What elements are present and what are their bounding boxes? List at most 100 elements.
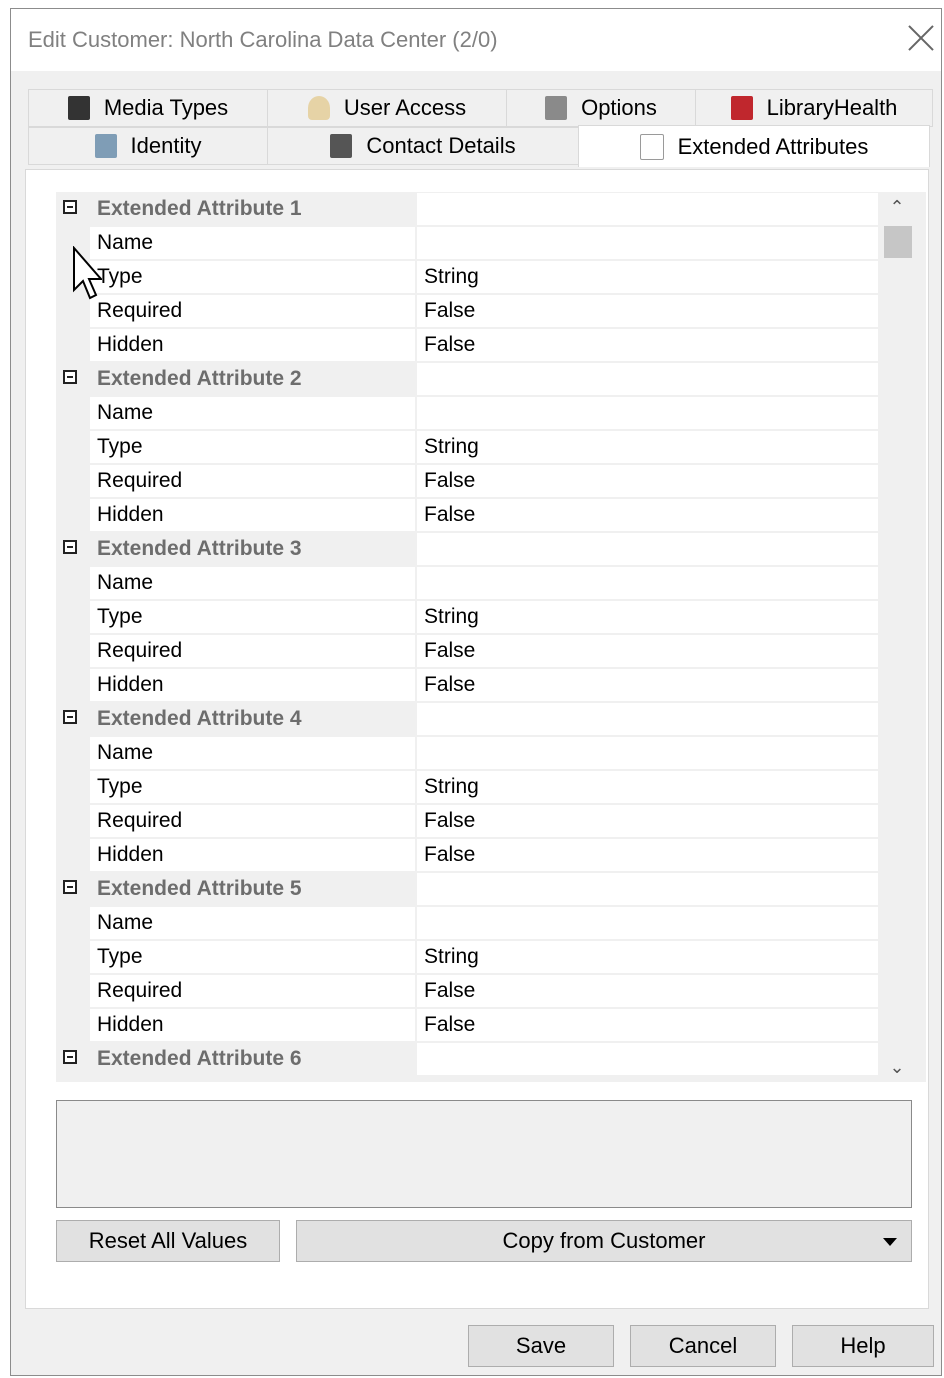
property-name: Name [90, 397, 415, 429]
property-value[interactable]: False [417, 839, 878, 871]
category-row[interactable]: Extended Attribute 5 [56, 872, 880, 906]
tab-media-types[interactable]: Media Types [28, 89, 268, 127]
tab-library-health[interactable]: LibraryHealth [695, 89, 933, 127]
property-value[interactable]: False [417, 635, 878, 667]
property-row[interactable]: Type String [56, 260, 880, 294]
contact-details-icon [330, 134, 353, 158]
tab-contact-details[interactable]: Contact Details [267, 127, 579, 165]
tab-identity[interactable]: Identity [28, 127, 268, 165]
property-value[interactable] [417, 227, 878, 259]
property-name: Hidden [90, 839, 415, 871]
save-button[interactable]: Save [468, 1325, 614, 1367]
category-label: Extended Attribute 6 [90, 1043, 415, 1075]
property-row[interactable]: Hidden False [56, 498, 880, 532]
window-title: Edit Customer: North Carolina Data Cente… [28, 27, 498, 52]
cancel-button[interactable]: Cancel [630, 1325, 776, 1367]
property-row[interactable]: Type String [56, 600, 880, 634]
close-icon[interactable] [907, 23, 937, 53]
row-gutter [56, 702, 90, 736]
scroll-up-icon[interactable]: ⌃ [880, 192, 914, 222]
identity-icon [94, 134, 117, 158]
property-value[interactable]: String [417, 941, 878, 973]
property-value[interactable]: False [417, 805, 878, 837]
property-value[interactable] [417, 397, 878, 429]
category-row[interactable]: Extended Attribute 6 [56, 1042, 880, 1076]
property-name: Required [90, 975, 415, 1007]
tab-label: Extended Attributes [677, 133, 869, 159]
mouse-cursor-icon [73, 246, 102, 300]
copy-from-customer-dropdown[interactable]: Copy from Customer [296, 1220, 912, 1262]
property-row[interactable]: Name [56, 226, 880, 260]
property-row[interactable]: Required False [56, 804, 880, 838]
property-value[interactable] [417, 737, 878, 769]
property-row[interactable]: Hidden False [56, 838, 880, 872]
dropdown-arrow-icon [883, 1238, 897, 1246]
property-value[interactable]: String [417, 261, 878, 293]
property-row[interactable]: Hidden False [56, 328, 880, 362]
property-value[interactable]: String [417, 601, 878, 633]
property-value[interactable] [417, 907, 878, 939]
scroll-thumb[interactable] [884, 226, 912, 258]
property-value[interactable]: String [417, 771, 878, 803]
tab-options[interactable]: Options [506, 89, 696, 127]
collapse-icon[interactable] [63, 710, 77, 724]
property-row[interactable]: Name [56, 906, 880, 940]
extended-attributes-page: Extended Attribute 1 Name Type String Requir… [25, 169, 929, 1309]
category-row[interactable]: Extended Attribute 1 [56, 192, 880, 226]
property-value[interactable]: String [417, 431, 878, 463]
property-row[interactable]: Required False [56, 974, 880, 1008]
category-label: Extended Attribute 4 [90, 703, 415, 735]
property-value[interactable] [417, 567, 878, 599]
property-row[interactable]: Required False [56, 294, 880, 328]
tab-label: Identity [130, 133, 202, 158]
property-row[interactable]: Hidden False [56, 668, 880, 702]
library-health-icon [730, 96, 753, 120]
property-grid[interactable]: Extended Attribute 1 Name Type String Requir… [56, 192, 926, 1082]
collapse-icon[interactable] [63, 370, 77, 384]
category-value [417, 703, 878, 735]
category-row[interactable]: Extended Attribute 4 [56, 702, 880, 736]
property-value[interactable]: False [417, 975, 878, 1007]
help-button[interactable]: Help [792, 1325, 934, 1367]
property-row[interactable]: Type String [56, 770, 880, 804]
property-value[interactable]: False [417, 499, 878, 531]
row-gutter [56, 328, 90, 362]
category-value [417, 873, 878, 905]
property-row[interactable]: Name [56, 396, 880, 430]
collapse-icon[interactable] [63, 200, 77, 214]
row-gutter [56, 362, 90, 396]
row-gutter [56, 770, 90, 804]
property-value[interactable]: False [417, 329, 878, 361]
property-row[interactable]: Name [56, 566, 880, 600]
property-row[interactable]: Required False [56, 464, 880, 498]
property-row[interactable]: Required False [56, 634, 880, 668]
vertical-scrollbar[interactable]: ⌃ ⌄ [880, 192, 914, 1082]
collapse-icon[interactable] [63, 540, 77, 554]
property-name: Name [90, 567, 415, 599]
property-name: Hidden [90, 499, 415, 531]
collapse-icon[interactable] [63, 1050, 77, 1064]
collapse-icon[interactable] [63, 880, 77, 894]
reset-all-values-button[interactable]: Reset All Values [56, 1220, 280, 1262]
property-value[interactable]: False [417, 1009, 878, 1041]
property-row[interactable]: Hidden False [56, 1008, 880, 1042]
category-row[interactable]: Extended Attribute 3 [56, 532, 880, 566]
property-name: Type [90, 601, 415, 633]
property-row[interactable]: Name [56, 736, 880, 770]
property-row[interactable]: Type String [56, 430, 880, 464]
extended-attributes-icon [639, 133, 664, 160]
row-gutter [56, 396, 90, 430]
property-name: Required [90, 635, 415, 667]
property-value[interactable]: False [417, 465, 878, 497]
category-value [417, 363, 878, 395]
property-row[interactable]: Type String [56, 940, 880, 974]
scroll-down-icon[interactable]: ⌄ [880, 1052, 914, 1082]
tab-label: Media Types [103, 95, 229, 120]
tab-user-access[interactable]: User Access [267, 89, 507, 127]
tab-extended-attributes[interactable]: Extended Attributes [578, 125, 930, 167]
property-value[interactable]: False [417, 669, 878, 701]
category-value [417, 533, 878, 565]
category-row[interactable]: Extended Attribute 2 [56, 362, 880, 396]
property-value[interactable]: False [417, 295, 878, 327]
row-gutter [56, 1042, 90, 1076]
